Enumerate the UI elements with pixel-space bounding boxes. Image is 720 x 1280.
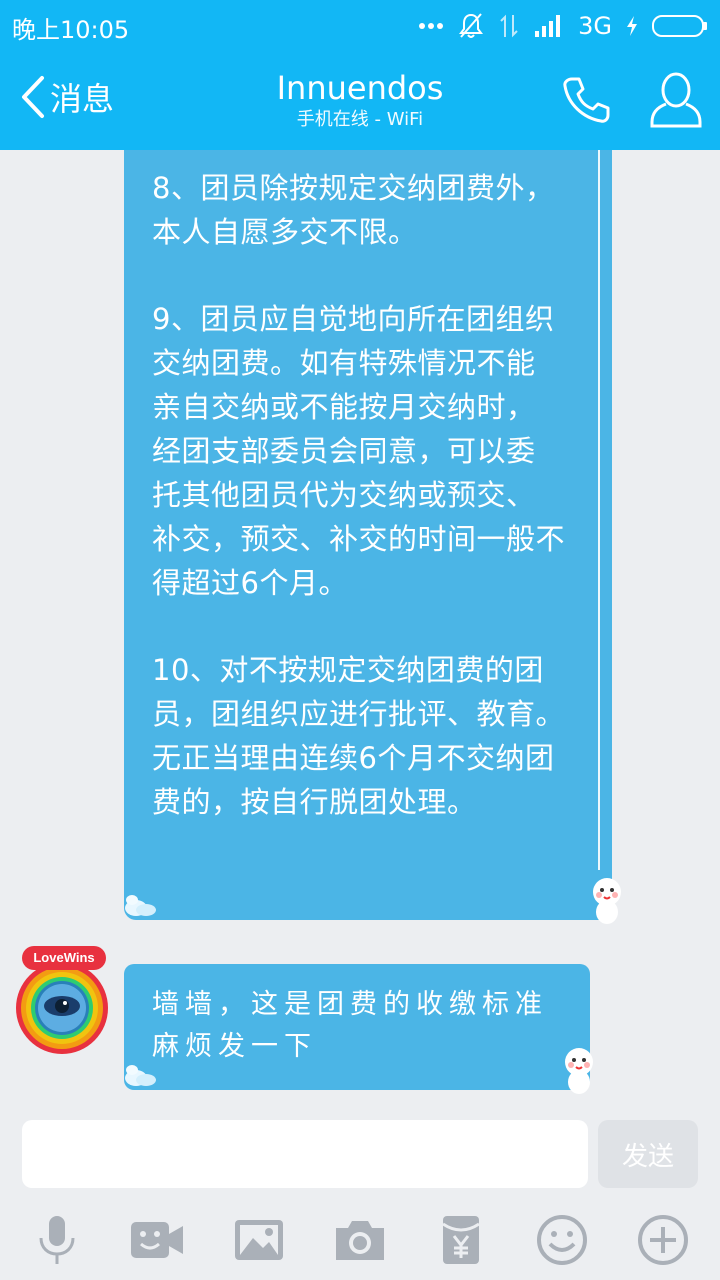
cloud-decoration-icon bbox=[125, 895, 156, 916]
emoji-icon[interactable] bbox=[534, 1212, 590, 1268]
status-time: 晚上10:05 bbox=[12, 16, 130, 44]
charging-icon bbox=[627, 16, 637, 36]
camera-icon[interactable] bbox=[332, 1212, 388, 1268]
avatar-badge: LoveWins bbox=[22, 946, 106, 970]
chat-header: 消息 Innuendos 手机在线 - WiFi bbox=[0, 52, 720, 150]
message-input[interactable] bbox=[22, 1120, 588, 1188]
top-bar: 晚上10:05 3G 消息 Innuendos 手机在线 - WiFi bbox=[0, 0, 720, 150]
signal-icon bbox=[535, 15, 561, 37]
profile-button[interactable] bbox=[648, 70, 704, 130]
phone-call-button[interactable] bbox=[560, 74, 612, 126]
message-paragraph: 10、对不按规定交纳团费的团 员，团组织应进行批评、教育。 无正当理由连续6个月… bbox=[152, 653, 566, 819]
plus-icon[interactable] bbox=[635, 1212, 691, 1268]
status-icons: 3G bbox=[418, 8, 708, 44]
page-title: Innuendos bbox=[276, 69, 444, 107]
more-dots-icon bbox=[419, 23, 444, 29]
message-bubble[interactable]: 8、团员除按规定交纳团费外， 本人自愿多交不限。 9、团员应自觉地向所在团组织 … bbox=[124, 150, 621, 924]
mute-bell-icon bbox=[459, 13, 484, 38]
message-text: 墙墙，这是团费的收缴标准麻烦发一下 bbox=[152, 989, 548, 1062]
cloud-decoration-icon bbox=[125, 1065, 156, 1086]
battery-icon bbox=[652, 15, 707, 37]
data-transfer-icon bbox=[500, 14, 518, 38]
input-toolbar bbox=[0, 1204, 720, 1280]
online-status: 手机在线 - WiFi bbox=[296, 109, 424, 130]
user-icon bbox=[650, 72, 702, 128]
title-group: Innuendos 手机在线 - WiFi bbox=[0, 68, 720, 132]
status-bar: 晚上10:05 3G bbox=[0, 0, 720, 52]
message-paragraph: 8、团员除按规定交纳团费外， 本人自愿多交不限。 bbox=[152, 171, 555, 249]
input-area: 发送 bbox=[0, 1112, 720, 1280]
chat-area[interactable]: 8、团员除按规定交纳团费外， 本人自愿多交不限。 9、团员应自觉地向所在团组织 … bbox=[0, 150, 720, 1112]
image-icon[interactable] bbox=[231, 1212, 287, 1268]
message-bubble[interactable]: 墙墙，这是团费的收缴标准麻烦发一下 bbox=[124, 964, 593, 1094]
network-type: 3G bbox=[578, 12, 612, 40]
red-packet-icon[interactable] bbox=[433, 1212, 489, 1268]
video-icon[interactable] bbox=[129, 1212, 185, 1268]
send-button[interactable]: 发送 bbox=[598, 1120, 698, 1188]
avatar[interactable]: LoveWins bbox=[14, 946, 110, 1056]
phone-icon bbox=[563, 77, 610, 123]
microphone-icon[interactable] bbox=[29, 1212, 85, 1268]
bubble-edge-line bbox=[598, 150, 600, 870]
message-paragraph: 9、团员应自觉地向所在团组织 交纳团费。如有特殊情况不能 亲自交纳或不能按月交纳… bbox=[152, 302, 566, 600]
snowman-decoration-icon bbox=[565, 1048, 593, 1094]
snowman-decoration-icon bbox=[593, 878, 621, 924]
